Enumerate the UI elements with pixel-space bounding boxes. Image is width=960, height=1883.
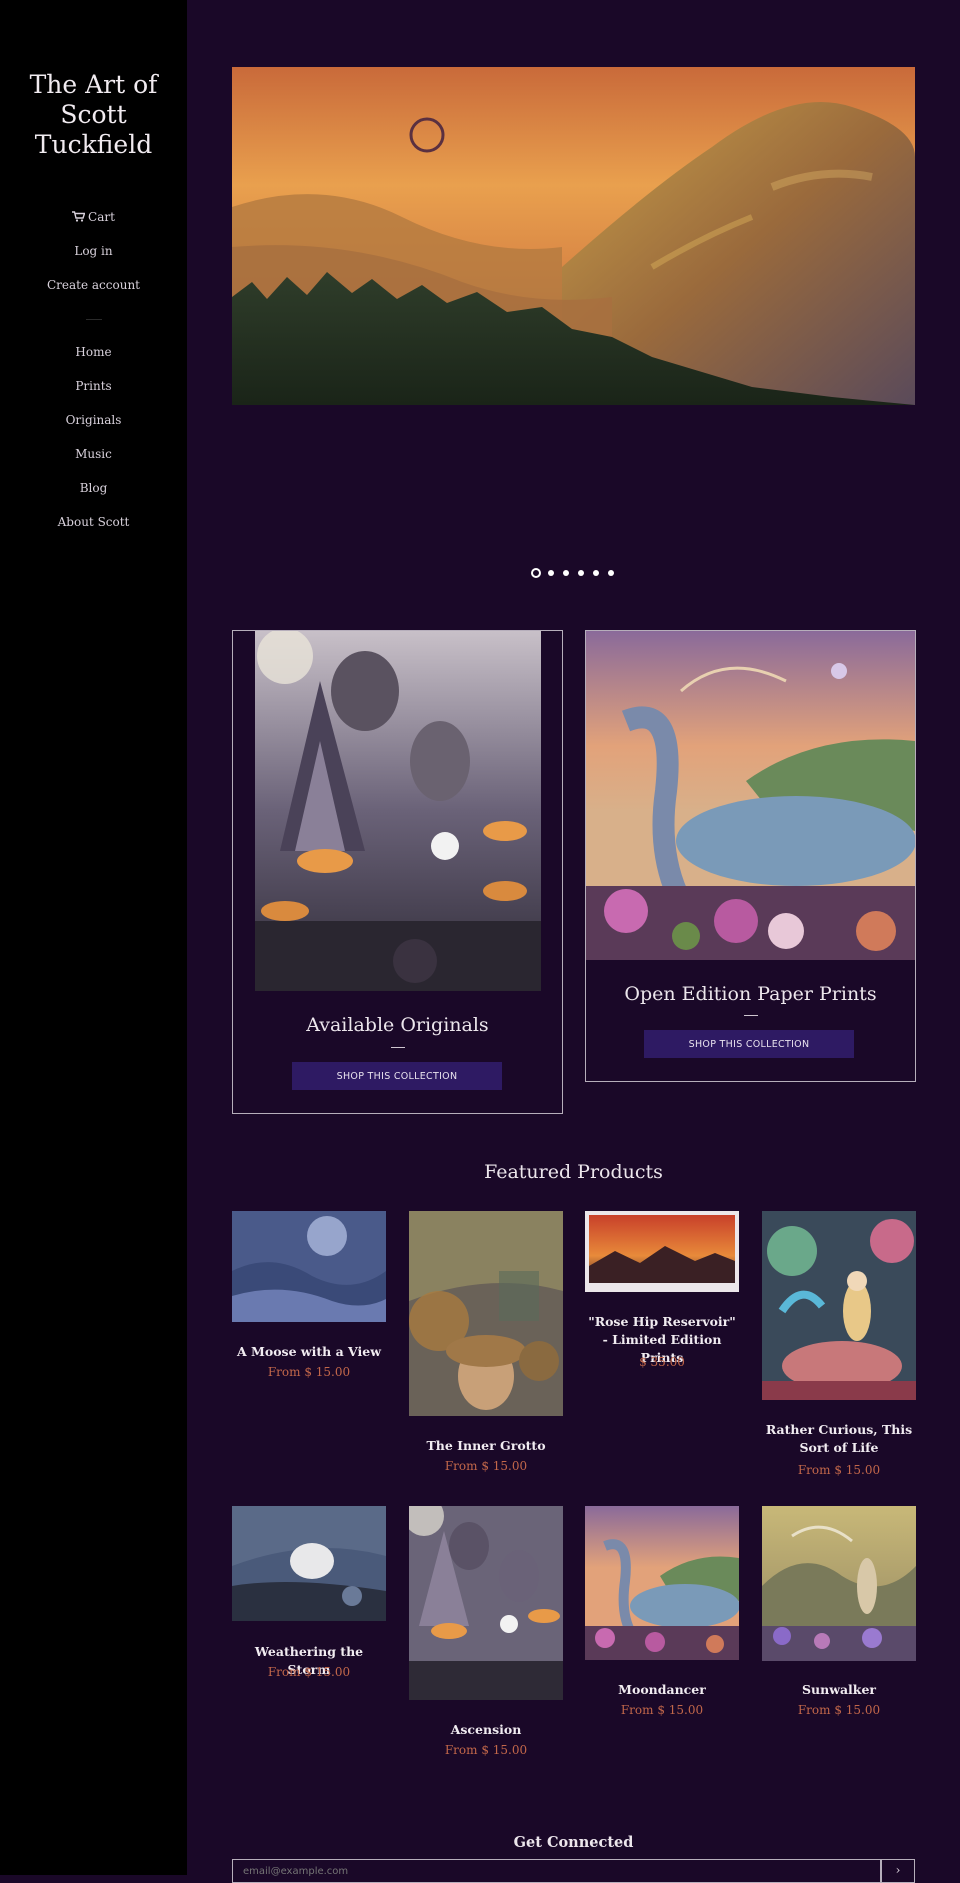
product-image[interactable] (585, 1506, 739, 1660)
product-image[interactable] (232, 1506, 386, 1621)
nav-item-music[interactable]: Music (0, 437, 187, 471)
product-name[interactable]: A Moose with a View (232, 1343, 386, 1361)
login-link[interactable]: Log in (0, 234, 187, 268)
nav-item-home[interactable]: Home (0, 335, 187, 369)
nav-item-blog[interactable]: Blog (0, 471, 187, 505)
product-image[interactable] (232, 1211, 386, 1322)
product-price: From $ 15.00 (444, 1459, 528, 1473)
slide-dot-5[interactable] (593, 570, 599, 576)
collection-divider (391, 1047, 405, 1048)
site-title[interactable]: The Art of Scott Tuckfield (0, 70, 187, 160)
cart-link[interactable]: Cart (0, 200, 187, 234)
newsletter-submit-button[interactable]: › (881, 1859, 915, 1883)
collection-image-originals[interactable] (255, 631, 541, 991)
product-image[interactable] (585, 1211, 739, 1292)
nav-item-prints[interactable]: Prints (0, 369, 187, 403)
nav-divider (86, 319, 102, 320)
shop-originals-button[interactable]: SHOP THIS COLLECTION (292, 1062, 502, 1090)
newsletter-heading: Get Connected (513, 1834, 634, 1851)
product-price: From $ 15.00 (444, 1743, 528, 1757)
nav-item-originals[interactable]: Originals (0, 403, 187, 437)
account-nav: Cart Log in Create account (0, 200, 187, 302)
product-name[interactable]: Rather Curious, This Sort of Life (762, 1421, 916, 1457)
product-name[interactable]: Ascension (409, 1721, 563, 1739)
collection-title-prints[interactable]: Open Edition Paper Prints (586, 983, 915, 1005)
product-name[interactable]: Sunwalker (762, 1681, 916, 1699)
slide-dot-4[interactable] (578, 570, 584, 576)
collection-image-prints[interactable] (586, 631, 915, 960)
sidebar: The Art of Scott Tuckfield Cart Log in C… (0, 0, 187, 1875)
collection-divider (744, 1015, 758, 1016)
collection-card-originals[interactable]: Available Originals SHOP THIS COLLECTION (232, 630, 563, 1114)
product-price: From $ 15.00 (620, 1703, 704, 1717)
shop-prints-button[interactable]: SHOP THIS COLLECTION (644, 1030, 854, 1058)
product-image[interactable] (762, 1211, 916, 1400)
slide-dot-2[interactable] (548, 570, 554, 576)
featured-products-heading: Featured Products (484, 1161, 663, 1183)
product-name[interactable]: Moondancer (585, 1681, 739, 1699)
cart-icon (72, 211, 86, 222)
newsletter-email-input[interactable] (232, 1859, 881, 1883)
slide-dot-3[interactable] (563, 570, 569, 576)
product-price: From $ 15.00 (267, 1365, 351, 1379)
product-image[interactable] (409, 1506, 563, 1700)
cart-label: Cart (88, 210, 115, 224)
product-price: From $ 15.00 (797, 1703, 881, 1717)
product-price: From $ 15.00 (267, 1665, 351, 1679)
product-image[interactable] (762, 1506, 916, 1661)
product-name[interactable]: The Inner Grotto (409, 1437, 563, 1455)
nav-item-about[interactable]: About Scott (0, 505, 187, 539)
product-image[interactable] (409, 1211, 563, 1416)
collection-title-originals[interactable]: Available Originals (233, 1014, 562, 1036)
create-account-link[interactable]: Create account (0, 268, 187, 302)
product-price: $ 35.00 (639, 1355, 685, 1369)
hero-slide-image[interactable] (232, 67, 915, 405)
main-nav: Home Prints Originals Music Blog About S… (0, 335, 187, 539)
slide-dot-1[interactable] (531, 568, 541, 578)
collection-card-prints[interactable]: Open Edition Paper Prints SHOP THIS COLL… (585, 630, 916, 1082)
slide-dot-6[interactable] (608, 570, 614, 576)
product-price: From $ 15.00 (797, 1463, 881, 1477)
